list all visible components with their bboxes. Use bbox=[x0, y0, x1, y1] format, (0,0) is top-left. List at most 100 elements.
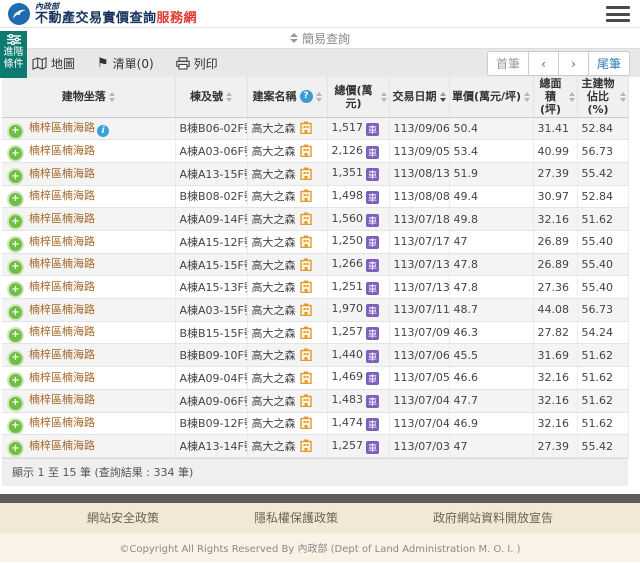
column-header-label: 單價(萬元/坪) bbox=[452, 90, 521, 103]
expand-row-icon[interactable]: + bbox=[9, 147, 22, 160]
unit-number: A棟A15-15F號 bbox=[175, 253, 247, 276]
table-row[interactable]: +楠梓區楠海路 A棟A09-14F號 高大之森 1,560車 113/07/18… bbox=[2, 208, 628, 231]
project-building-icon[interactable] bbox=[300, 439, 312, 452]
map-icon bbox=[32, 57, 47, 70]
table-row[interactable]: +楠梓區楠海路 B棟B08-02F號 高大之森 1,498車 113/08/08… bbox=[2, 185, 628, 208]
expand-row-icon[interactable]: + bbox=[9, 442, 22, 455]
results-summary: 顯示 1 至 15 筆 (查詢結果 : 334 筆) bbox=[2, 458, 628, 486]
table-row[interactable]: +楠梓區楠海路i B棟B06-02F號 高大之森 1,517車 113/09/0… bbox=[2, 117, 628, 140]
column-header-label: 交易日期 bbox=[393, 90, 437, 103]
parking-badge: 車 bbox=[366, 327, 379, 340]
table-row[interactable]: +楠梓區楠海路 A棟A03-06F號 高大之森 2,126車 113/09/05… bbox=[2, 140, 628, 163]
column-header[interactable]: 建物坐落 bbox=[2, 77, 175, 117]
column-header[interactable]: 總面積 (坪) bbox=[533, 77, 577, 117]
project-building-icon[interactable] bbox=[300, 235, 312, 248]
bookmark-icon: ⚑ bbox=[97, 57, 109, 70]
list-button[interactable]: ⚑ 清單(0) bbox=[97, 55, 154, 72]
table-row[interactable]: +楠梓區楠海路 B棟B09-10F號 高大之森 1,440車 113/07/06… bbox=[2, 344, 628, 367]
open-data-declaration-link[interactable]: 政府網站資料開放宣告 bbox=[433, 509, 553, 526]
column-header[interactable]: 建案名稱? bbox=[247, 77, 327, 117]
project-name: 高大之森 bbox=[252, 395, 296, 408]
project-name: 高大之森 bbox=[252, 327, 296, 340]
parking-badge: 車 bbox=[366, 441, 379, 454]
unit-number: B棟B08-02F號 bbox=[175, 185, 247, 208]
sort-icon bbox=[381, 92, 387, 102]
total-price: 1,250 bbox=[332, 234, 364, 247]
project-building-icon[interactable] bbox=[300, 212, 312, 225]
sort-icon bbox=[524, 92, 530, 102]
sort-icon bbox=[109, 92, 115, 102]
query-mode-bar[interactable]: 簡易查詢 bbox=[0, 28, 640, 48]
expand-row-icon[interactable]: + bbox=[9, 215, 22, 228]
expand-row-icon[interactable]: + bbox=[9, 420, 22, 433]
project-building-icon[interactable] bbox=[300, 167, 312, 180]
project-name: 高大之森 bbox=[252, 304, 296, 317]
table-row[interactable]: +楠梓區楠海路 A棟A09-04F號 高大之森 1,469車 113/07/05… bbox=[2, 367, 628, 390]
unit-price: 47.8 bbox=[449, 276, 533, 299]
project-building-icon[interactable] bbox=[300, 144, 312, 157]
main-building-ratio: 51.62 bbox=[577, 389, 628, 412]
column-header[interactable]: 交易日期 bbox=[389, 77, 449, 117]
table-row[interactable]: +楠梓區楠海路 A棟A13-14F號 高大之森 1,257車 113/07/03… bbox=[2, 435, 628, 458]
table-row[interactable]: +楠梓區楠海路 A棟A13-15F號 高大之森 1,351車 113/08/13… bbox=[2, 162, 628, 185]
query-sort-icon bbox=[290, 33, 298, 43]
expand-row-icon[interactable]: + bbox=[9, 193, 22, 206]
advanced-conditions-tab[interactable]: 進階 條件 bbox=[0, 31, 27, 78]
unit-price: 53.4 bbox=[449, 140, 533, 163]
footer-divider-bar bbox=[0, 494, 640, 503]
project-building-icon[interactable] bbox=[300, 416, 312, 429]
expand-row-icon[interactable]: + bbox=[9, 329, 22, 342]
project-building-icon[interactable] bbox=[300, 371, 312, 384]
location-text: 楠梓區楠海路 bbox=[29, 167, 95, 180]
transaction-date: 113/09/05 bbox=[389, 140, 449, 163]
project-building-icon[interactable] bbox=[300, 280, 312, 293]
table-row[interactable]: +楠梓區楠海路 B棟B15-15F號 高大之森 1,257車 113/07/09… bbox=[2, 321, 628, 344]
transaction-date: 113/07/13 bbox=[389, 253, 449, 276]
project-building-icon[interactable] bbox=[300, 326, 312, 339]
parking-badge: 車 bbox=[366, 214, 379, 227]
project-building-icon[interactable] bbox=[300, 348, 312, 361]
help-icon[interactable]: ? bbox=[300, 90, 313, 103]
map-button[interactable]: 地圖 bbox=[32, 55, 75, 72]
column-header[interactable]: 棟及號 bbox=[175, 77, 247, 117]
table-row[interactable]: +楠梓區楠海路 A棟A03-15F號 高大之森 1,970車 113/07/11… bbox=[2, 299, 628, 322]
project-building-icon[interactable] bbox=[300, 303, 312, 316]
unit-price: 51.9 bbox=[449, 162, 533, 185]
column-header[interactable]: 主建物 佔比(%) bbox=[577, 77, 628, 117]
column-header[interactable]: 單價(萬元/坪) bbox=[449, 77, 533, 117]
expand-row-icon[interactable]: + bbox=[9, 283, 22, 296]
expand-row-icon[interactable]: + bbox=[9, 352, 22, 365]
first-page-button[interactable]: 首筆 bbox=[487, 51, 529, 76]
query-mode-label: 簡易查詢 bbox=[302, 30, 350, 47]
print-button[interactable]: 列印 bbox=[176, 55, 218, 72]
expand-row-icon[interactable]: + bbox=[9, 261, 22, 274]
project-building-icon[interactable] bbox=[300, 258, 312, 271]
footer-links: 網站安全政策 隱私權保護政策 政府網站資料開放宣告 bbox=[0, 503, 640, 533]
total-area: 31.41 bbox=[533, 117, 577, 140]
column-header[interactable]: 總價(萬元) bbox=[327, 77, 389, 117]
info-icon[interactable]: i bbox=[97, 125, 109, 137]
table-row[interactable]: +楠梓區楠海路 A棟A15-12F號 高大之森 1,250車 113/07/17… bbox=[2, 231, 628, 254]
privacy-policy-link[interactable]: 隱私權保護政策 bbox=[254, 509, 338, 526]
project-building-icon[interactable] bbox=[300, 189, 312, 202]
last-page-button[interactable]: 尾筆 bbox=[589, 51, 630, 76]
security-policy-link[interactable]: 網站安全政策 bbox=[87, 509, 159, 526]
table-row[interactable]: +楠梓區楠海路 B棟B09-12F號 高大之森 1,474車 113/07/04… bbox=[2, 412, 628, 435]
expand-row-icon[interactable]: + bbox=[9, 306, 22, 319]
expand-row-icon[interactable]: + bbox=[9, 125, 22, 138]
table-row[interactable]: +楠梓區楠海路 A棟A15-13F號 高大之森 1,251車 113/07/13… bbox=[2, 276, 628, 299]
expand-row-icon[interactable]: + bbox=[9, 374, 22, 387]
column-header-label: 棟及號 bbox=[190, 90, 223, 103]
project-building-icon[interactable] bbox=[300, 121, 312, 134]
transaction-date: 113/07/03 bbox=[389, 435, 449, 458]
menu-icon[interactable] bbox=[606, 6, 630, 22]
expand-row-icon[interactable]: + bbox=[9, 238, 22, 251]
table-row[interactable]: +楠梓區楠海路 A棟A15-15F號 高大之森 1,266車 113/07/13… bbox=[2, 253, 628, 276]
prev-page-button[interactable]: ‹ bbox=[529, 51, 559, 76]
table-row[interactable]: +楠梓區楠海路 A棟A09-06F號 高大之森 1,483車 113/07/04… bbox=[2, 389, 628, 412]
expand-row-icon[interactable]: + bbox=[9, 397, 22, 410]
expand-row-icon[interactable]: + bbox=[9, 170, 22, 183]
project-building-icon[interactable] bbox=[300, 394, 312, 407]
next-page-button[interactable]: › bbox=[559, 51, 589, 76]
transaction-date: 113/07/04 bbox=[389, 389, 449, 412]
